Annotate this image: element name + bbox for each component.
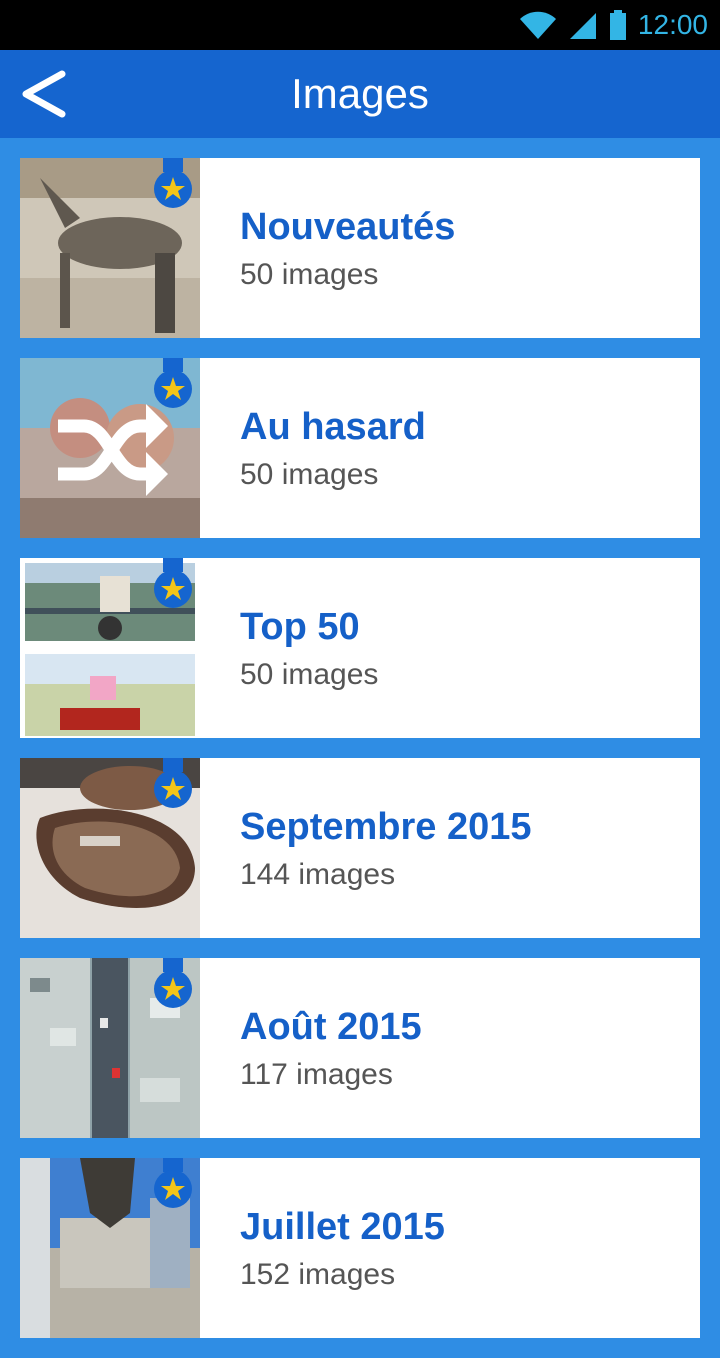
album-card-juillet-2015[interactable]: Juillet 2015 152 images [20,1158,700,1338]
album-list: Nouveautés 50 images Au hasard 50 images [20,158,700,1358]
signal-icon [569,13,596,39]
album-title: Septembre 2015 [240,806,532,848]
album-title: Juillet 2015 [240,1206,445,1248]
star-badge-icon [154,1158,192,1208]
battery-icon [609,10,626,40]
album-title: Au hasard [240,406,426,448]
shuffle-icon [58,404,168,496]
album-card-aout-2015[interactable]: Août 2015 117 images [20,958,700,1138]
album-count: 50 images [240,258,379,291]
album-title: Top 50 [240,606,360,648]
status-bar: 12:00 [0,0,720,50]
album-title: Nouveautés [240,206,456,248]
album-card-au-hasard[interactable]: Au hasard 50 images [20,358,700,538]
album-count: 50 images [240,658,379,691]
status-time: 12:00 [637,9,708,40]
star-badge-icon [154,358,192,408]
star-badge-icon [154,958,192,1008]
album-card-top-50[interactable]: Top 50 50 images [20,558,700,738]
star-badge-icon [154,158,192,208]
album-title: Août 2015 [240,1006,422,1048]
album-count: 152 images [240,1258,396,1291]
star-badge-icon [154,758,192,808]
star-badge-icon [154,558,192,608]
album-count: 144 images [240,858,396,891]
album-count: 117 images [240,1058,393,1091]
album-count: 50 images [240,458,379,491]
app-bar: Images [0,50,720,138]
status-icons: 12:00 [518,8,708,42]
album-card-septembre-2015[interactable]: Septembre 2015 144 images [20,758,700,938]
album-card-nouveautes[interactable]: Nouveautés 50 images [20,158,700,338]
page-title: Images [291,70,429,117]
wifi-icon [519,11,556,39]
